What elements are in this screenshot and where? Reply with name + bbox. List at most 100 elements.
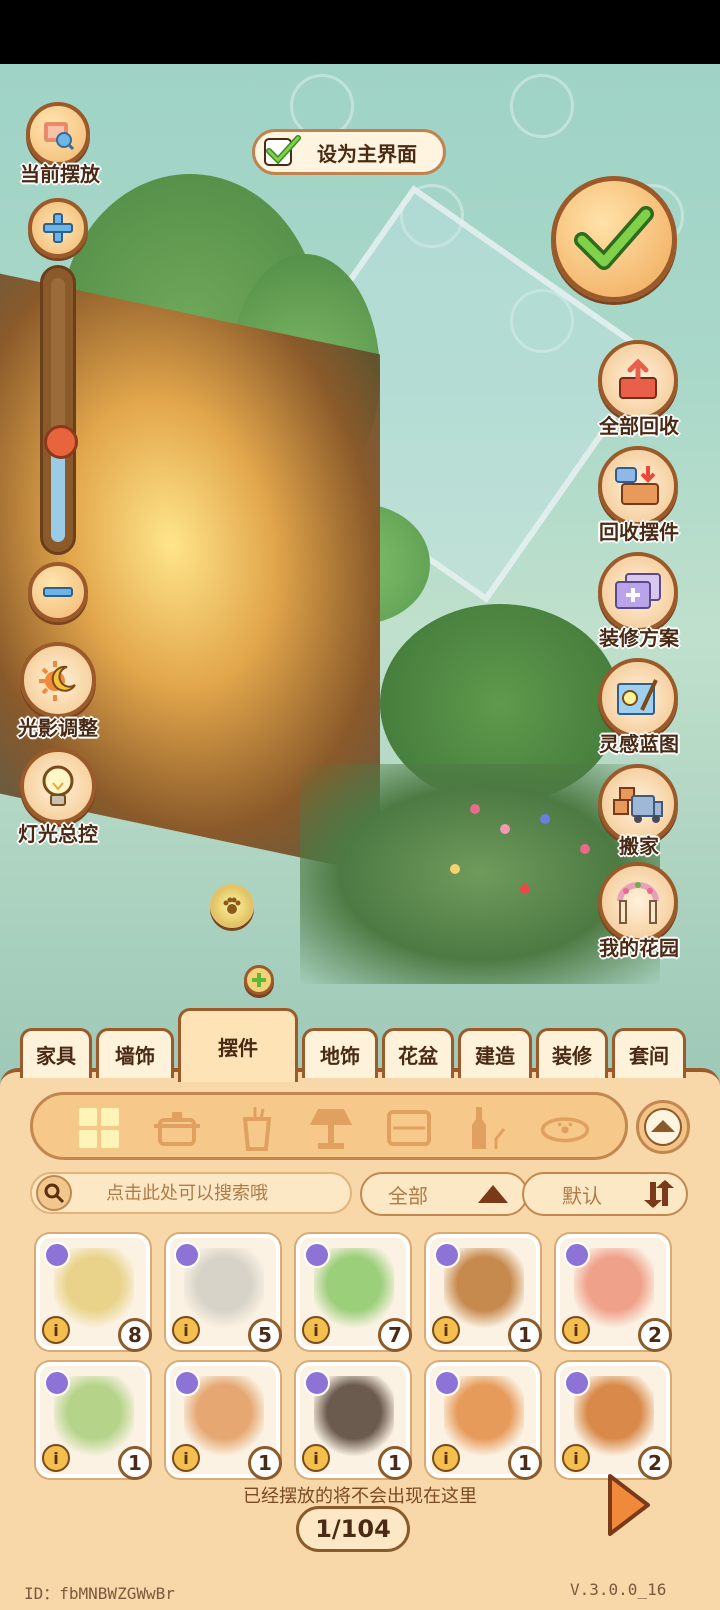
tab-item[interactable]: 摆件 <box>178 1008 298 1082</box>
item-count-badge: 7 <box>378 1318 412 1352</box>
recall-items-label: 回收摆件 <box>599 520 679 544</box>
version-label: V.3.0.0_16 <box>570 1580 667 1599</box>
sort-order-icon <box>644 1180 674 1208</box>
sort-dropdown[interactable]: 默认 <box>522 1172 688 1216</box>
set-as-main-toggle[interactable]: 设为主界面 <box>252 129 446 175</box>
pot-icon[interactable] <box>151 1105 203 1151</box>
info-button[interactable]: i <box>432 1444 460 1472</box>
inspiration-blueprint-button[interactable] <box>598 658 678 738</box>
info-button[interactable]: i <box>42 1444 70 1472</box>
item-count-badge: 1 <box>508 1446 542 1480</box>
info-button[interactable]: i <box>432 1316 460 1344</box>
paw-icon[interactable] <box>210 884 254 928</box>
triangle-up-icon <box>478 1185 508 1203</box>
info-button[interactable]: i <box>302 1316 330 1344</box>
flower <box>500 824 510 834</box>
inventory-item[interactable]: i8 <box>36 1234 152 1352</box>
recall-items-button[interactable] <box>598 446 678 526</box>
inventory-item[interactable]: i5 <box>166 1234 282 1352</box>
arrow-right-icon <box>608 1474 650 1536</box>
lamp-icon[interactable] <box>305 1105 357 1151</box>
tab-item[interactable]: 建造 <box>458 1028 532 1078</box>
current-layout-button[interactable] <box>26 102 90 166</box>
zoom-in-button[interactable] <box>28 198 88 258</box>
inventory-item[interactable]: i2 <box>556 1362 672 1480</box>
item-count-badge: 8 <box>118 1318 152 1352</box>
next-page-button[interactable] <box>604 1472 652 1538</box>
info-button[interactable]: i <box>302 1444 330 1472</box>
zoom-handle[interactable] <box>44 425 78 459</box>
bottle-icon[interactable] <box>461 1105 513 1151</box>
scope-filter-dropdown[interactable]: 全部 <box>360 1172 528 1216</box>
add-placement-icon[interactable] <box>244 965 274 995</box>
cup-icon[interactable] <box>231 1105 283 1151</box>
info-button[interactable]: i <box>562 1444 590 1472</box>
pillow-icon[interactable] <box>383 1105 435 1151</box>
zoom-out-button[interactable] <box>28 562 88 622</box>
collection-tag-icon <box>564 1370 590 1396</box>
item-count-badge: 1 <box>118 1446 152 1480</box>
inventory-item[interactable]: i1 <box>166 1362 282 1480</box>
current-layout-label: 当前摆放 <box>20 162 100 186</box>
flower <box>540 814 550 824</box>
tab-item[interactable]: 装修 <box>536 1028 608 1078</box>
page-indicator: 1/104 <box>296 1506 410 1552</box>
tab-item[interactable]: 花盆 <box>382 1028 454 1078</box>
player-id: ID：fbMNBWZGWwBr <box>24 1584 175 1603</box>
flower <box>470 804 480 814</box>
confirm-button[interactable] <box>551 176 677 302</box>
item-count-badge: 1 <box>248 1446 282 1480</box>
collection-tag-icon <box>304 1370 330 1396</box>
collection-tag-icon <box>564 1242 590 1268</box>
collection-tag-icon <box>44 1370 70 1396</box>
tab-item[interactable]: 套间 <box>612 1028 686 1078</box>
sun-decoration <box>510 74 574 138</box>
inventory-item[interactable]: i7 <box>296 1234 412 1352</box>
recall-all-label: 全部回收 <box>599 414 679 438</box>
item-count-badge: 1 <box>378 1446 412 1480</box>
category-bar <box>30 1092 628 1160</box>
collapse-panel-button[interactable] <box>636 1100 690 1154</box>
light-control-button[interactable] <box>20 748 96 824</box>
tab-item[interactable]: 地饰 <box>302 1028 378 1078</box>
collection-tag-icon <box>434 1370 460 1396</box>
collection-tag-icon <box>44 1242 70 1268</box>
item-count-badge: 2 <box>638 1318 672 1352</box>
pet-bowl-icon[interactable] <box>539 1105 591 1151</box>
search-icon <box>36 1175 72 1211</box>
zoom-slider[interactable] <box>40 265 78 555</box>
light-adjust-label: 光影调整 <box>18 716 98 740</box>
search-input[interactable] <box>106 1182 346 1204</box>
move-house-label: 搬家 <box>619 834 659 858</box>
collection-tag-icon <box>434 1242 460 1268</box>
tab-item[interactable]: 墙饰 <box>96 1028 174 1078</box>
flower <box>450 864 460 874</box>
item-count-badge: 5 <box>248 1318 282 1352</box>
scope-filter-label: 全部 <box>388 1183 428 1208</box>
inventory-item[interactable]: i1 <box>426 1362 542 1480</box>
info-button[interactable]: i <box>562 1316 590 1344</box>
inventory-item[interactable]: i1 <box>36 1362 152 1480</box>
checkbox-check-icon <box>263 132 303 172</box>
flower <box>520 884 530 894</box>
my-garden-button[interactable] <box>598 862 678 942</box>
tab-item[interactable]: 家具 <box>20 1028 92 1078</box>
info-button[interactable]: i <box>172 1316 200 1344</box>
inventory-item[interactable]: i1 <box>296 1362 412 1480</box>
recall-all-button[interactable] <box>598 340 678 420</box>
light-shadow-button[interactable] <box>20 642 96 718</box>
set-main-label: 设为主界面 <box>317 141 417 166</box>
decor-plan-button[interactable] <box>598 552 678 632</box>
search-bar[interactable] <box>30 1172 352 1214</box>
inventory-item[interactable]: i2 <box>556 1234 672 1352</box>
inspiration-label: 灵感蓝图 <box>599 732 679 756</box>
grid-icon[interactable] <box>73 1105 125 1151</box>
category-tabs: 家具 墙饰 摆件 地饰 花盆 建造 装修 套间 <box>18 1008 708 1082</box>
inventory-item[interactable]: i1 <box>426 1234 542 1352</box>
sort-label: 默认 <box>562 1183 602 1208</box>
info-button[interactable]: i <box>42 1316 70 1344</box>
item-count-badge: 1 <box>508 1318 542 1352</box>
decor-plan-label: 装修方案 <box>599 626 679 650</box>
info-button[interactable]: i <box>172 1444 200 1472</box>
status-bar <box>0 0 720 64</box>
